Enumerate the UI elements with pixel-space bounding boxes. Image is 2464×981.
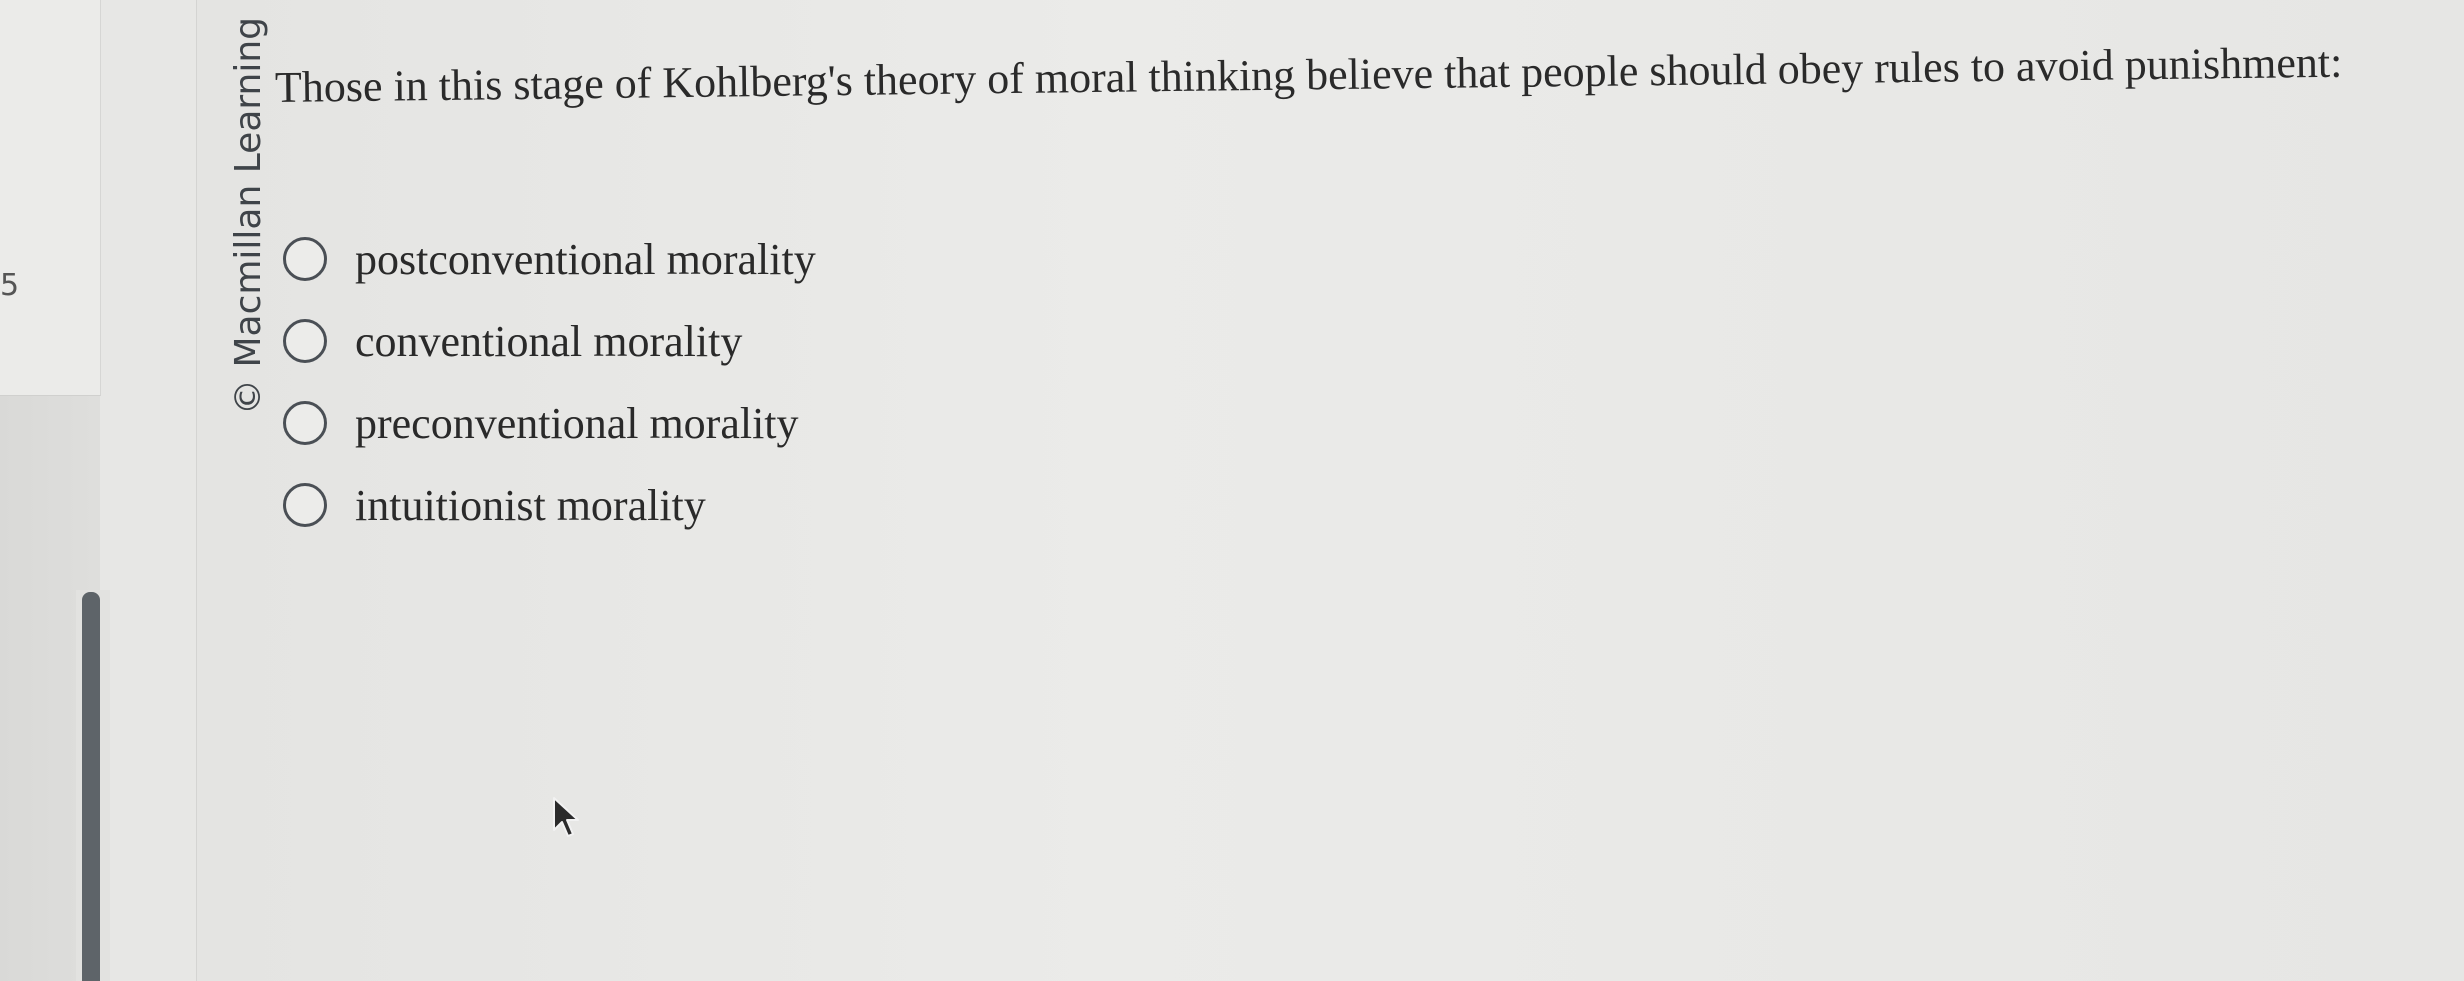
radio-circle-icon[interactable] — [283, 483, 327, 527]
question-number[interactable]: 5 — [0, 268, 19, 303]
scrollbar-thumb[interactable] — [82, 592, 100, 981]
left-panel: 5 — [0, 0, 196, 981]
question-nav-panel: 5 — [0, 0, 101, 396]
option-label[interactable]: conventional morality — [355, 316, 742, 367]
copyright-text: © Macmillan Learning — [228, 16, 269, 415]
option-preconventional[interactable]: preconventional morality — [283, 382, 1183, 464]
mouse-pointer-icon — [553, 797, 579, 837]
option-conventional[interactable]: conventional morality — [283, 300, 1183, 382]
option-postconventional[interactable]: postconventional morality — [283, 218, 1183, 300]
answer-options: postconventional morality conventional m… — [283, 218, 1183, 546]
option-intuitionist[interactable]: intuitionist morality — [283, 464, 1183, 546]
screen: 5 © Macmillan Learning Those in this sta… — [0, 0, 2464, 981]
option-label[interactable]: intuitionist morality — [355, 480, 706, 531]
radio-circle-icon[interactable] — [283, 401, 327, 445]
radio-circle-icon[interactable] — [283, 319, 327, 363]
option-label[interactable]: preconventional morality — [355, 398, 799, 449]
option-label[interactable]: postconventional morality — [355, 234, 816, 285]
radio-circle-icon[interactable] — [283, 237, 327, 281]
copyright-notice: © Macmillan Learning — [228, 17, 278, 415]
